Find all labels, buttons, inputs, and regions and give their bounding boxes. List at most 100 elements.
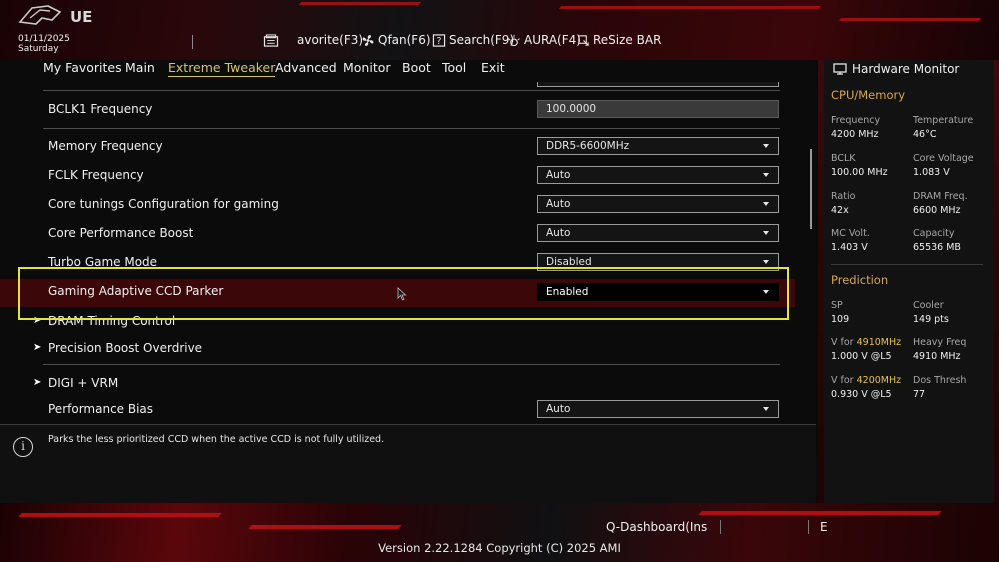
top-divider <box>192 35 193 49</box>
cooler-value: 149 pts <box>913 314 949 325</box>
hardware-monitor-panel: Hardware Monitor CPU/Memory Frequency 42… <box>824 60 994 503</box>
monitor-icon <box>833 63 847 75</box>
sp-value: 109 <box>831 314 850 325</box>
dram-freq-label: DRAM Freq. <box>913 191 968 202</box>
temperature-label: Temperature <box>913 115 974 126</box>
tab-exit[interactable]: Exit <box>481 60 505 76</box>
setting-row-core-performance-boost[interactable]: Core Performance Boost Auto <box>0 222 795 248</box>
separator <box>43 90 780 91</box>
cooler-label: Cooler <box>913 300 944 311</box>
submenu-label: DIGI + VRM <box>48 376 119 390</box>
bclk-value: 100.00 MHz <box>831 167 888 178</box>
tab-boot[interactable]: Boot <box>402 60 431 76</box>
separator <box>43 364 780 365</box>
search-help-icon: ? <box>432 33 446 47</box>
core-performance-boost-dropdown[interactable]: Auto <box>537 224 779 242</box>
setting-label: Memory Frequency <box>48 139 163 153</box>
date-display: 01/11/2025 Saturday <box>18 34 70 54</box>
help-text: Parks the less prioritized CCD when the … <box>48 434 385 445</box>
section-divider <box>831 264 983 265</box>
mc-volt-value: 1.403 V <box>831 242 868 253</box>
performance-bias-dropdown[interactable]: Auto <box>537 400 779 418</box>
setting-row-core-tunings[interactable]: Core tunings Configuration for gaming Au… <box>0 193 795 219</box>
submenu-label: Precision Boost Overdrive <box>48 341 203 355</box>
v-for-prefix: V for <box>831 375 857 386</box>
submenu-arrow-icon: ➤ <box>33 342 42 353</box>
chevron-down-icon <box>763 260 769 264</box>
my-favorite-button[interactable]: avorite(F3) <box>262 33 363 47</box>
fclk-frequency-dropdown[interactable]: Auto <box>537 166 779 184</box>
setting-row-performance-bias[interactable]: Performance Bias Auto <box>0 398 795 422</box>
search-label: Search(F9) <box>449 33 515 47</box>
hardware-monitor-title: Hardware Monitor <box>833 62 959 76</box>
tab-monitor[interactable]: Monitor <box>343 60 391 76</box>
memory-frequency-dropdown[interactable]: DDR5-6600MHz <box>537 137 779 155</box>
setting-label: FCLK Frequency <box>48 168 144 182</box>
aura-button[interactable]: AURA(F4) <box>507 33 581 47</box>
dos-thresh-value: 77 <box>913 389 926 400</box>
section-title-cpu-memory: CPU/Memory <box>831 88 906 102</box>
setting-row-fclk-frequency[interactable]: FCLK Frequency Auto <box>0 164 795 190</box>
bclk1-frequency-input[interactable]: 100.0000 <box>537 100 779 118</box>
resize-bar-icon <box>578 34 589 46</box>
setting-row-bclk1-frequency[interactable]: BCLK1 Frequency 100.0000 <box>0 98 795 124</box>
search-button[interactable]: ? Search(F9) <box>432 33 514 47</box>
mouse-cursor-icon <box>397 287 407 301</box>
hardware-monitor-title-text: Hardware Monitor <box>852 62 960 76</box>
tab-extreme-tweaker[interactable]: Extreme Tweaker <box>168 60 276 77</box>
v-for-prefix: V for <box>831 337 857 348</box>
footer-divider <box>720 520 721 534</box>
uefi-title: UE <box>70 8 93 26</box>
setting-label: Performance Bias <box>48 402 154 416</box>
capacity-value: 65536 MB <box>913 242 961 253</box>
aura-light-icon <box>508 34 520 46</box>
setting-label: BCLK1 Frequency <box>48 102 153 116</box>
previous-setting-field[interactable] <box>537 82 779 87</box>
qfan-label: Qfan(F6) <box>378 33 431 47</box>
capacity-label: Capacity <box>913 228 955 239</box>
dropdown-value: Auto <box>546 198 571 210</box>
chevron-down-icon <box>763 173 769 177</box>
resize-bar-label: ReSize BAR <box>593 33 662 47</box>
my-favorite-icon <box>263 33 279 47</box>
settings-scrollbar[interactable] <box>810 149 812 229</box>
settings-list: BCLK1 Frequency 100.0000 Memory Frequenc… <box>0 82 816 422</box>
footer-divider <box>808 520 809 534</box>
aura-label: AURA(F4) <box>524 33 581 47</box>
resize-bar-button[interactable]: ReSize BAR <box>577 33 661 47</box>
dropdown-value: Auto <box>546 169 571 181</box>
top-banner-background <box>0 0 999 60</box>
submenu-precision-boost-overdrive[interactable]: ➤ Precision Boost Overdrive <box>0 337 795 363</box>
fan-icon <box>362 34 374 46</box>
q-dashboard-button[interactable]: Q-Dashboard(Ins <box>606 520 707 534</box>
date-text: 01/11/2025 <box>18 34 70 44</box>
section-title-prediction: Prediction <box>831 273 889 287</box>
footer-e-button[interactable]: E <box>820 520 828 534</box>
core-voltage-value: 1.083 V <box>913 167 950 178</box>
dropdown-value: Auto <box>546 403 571 415</box>
chevron-down-icon <box>763 231 769 235</box>
dropdown-value: Auto <box>546 227 571 239</box>
tab-my-favorites[interactable]: My Favorites <box>43 60 122 76</box>
tab-advanced[interactable]: Advanced <box>275 60 337 76</box>
setting-row-memory-frequency[interactable]: Memory Frequency DDR5-6600MHz <box>0 135 795 161</box>
core-voltage-label: Core Voltage <box>913 153 974 164</box>
temperature-value: 46°C <box>913 129 937 140</box>
rog-logo-icon <box>18 5 62 25</box>
heavy-freq-value: 4910 MHz <box>913 351 961 362</box>
submenu-digi-vrm[interactable]: ➤ DIGI + VRM <box>0 372 795 398</box>
chevron-down-icon <box>763 407 769 411</box>
tab-tool[interactable]: Tool <box>442 60 466 76</box>
setting-label: Core tunings Configuration for gaming <box>48 197 279 211</box>
svg-text:?: ? <box>437 36 442 47</box>
v-for-heavy-label: V for 4910MHz <box>831 337 901 348</box>
day-text: Saturday <box>18 44 59 54</box>
core-tunings-dropdown[interactable]: Auto <box>537 195 779 213</box>
ratio-label: Ratio <box>831 191 856 202</box>
qfan-button[interactable]: Qfan(F6) <box>361 33 431 47</box>
v-for-dos-value: 0.930 V @L5 <box>831 389 892 400</box>
dos-thresh-label: Dos Thresh <box>913 375 967 386</box>
v-for-frequency: 4910MHz <box>856 337 902 348</box>
my-favorite-label: avorite(F3) <box>297 33 364 47</box>
tab-main[interactable]: Main <box>125 60 155 76</box>
